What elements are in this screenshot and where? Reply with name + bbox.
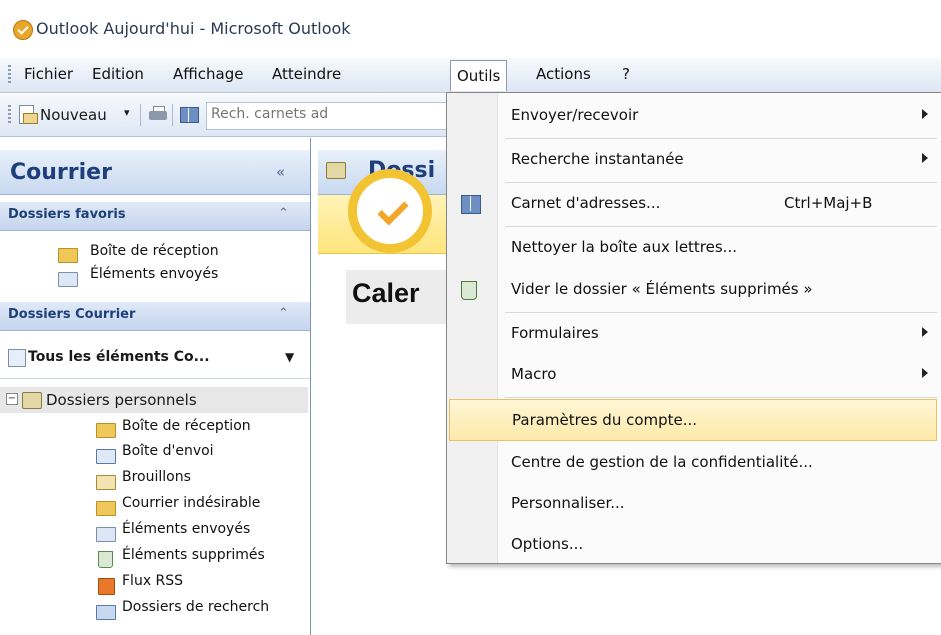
inbox-icon <box>58 248 78 263</box>
menu-fichier[interactable]: Fichier <box>24 65 73 83</box>
folder-rss[interactable]: Flux RSS <box>122 573 183 589</box>
favorite-inbox[interactable]: Boîte de réception <box>90 243 219 259</box>
junk-mail-icon <box>96 501 116 516</box>
menu-item-account-settings[interactable]: Paramètres du compte... <box>449 399 937 441</box>
address-book-search-box <box>206 102 448 130</box>
collapse-tree-icon[interactable]: − <box>6 393 18 405</box>
outlook-app-icon[interactable] <box>13 20 33 40</box>
menu-edition[interactable]: Edition <box>92 65 144 83</box>
window-title: Outlook Aujourd'hui - Microsoft Outlook <box>36 19 351 38</box>
collapse-section-icon[interactable]: ⌃ <box>278 306 289 321</box>
toolbar-separator <box>140 104 141 126</box>
sent-items-icon <box>96 527 116 542</box>
menu-item-label: Macro <box>511 365 557 383</box>
menu-item-mailbox-cleanup[interactable]: Nettoyer la boîte aux lettres... <box>447 227 941 269</box>
deleted-items-icon <box>98 551 113 568</box>
folder-deleted-items[interactable]: Éléments supprimés <box>122 547 265 563</box>
favorite-sent-items[interactable]: Éléments envoyés <box>90 266 218 282</box>
mail-folders-section-header[interactable]: Dossiers Courrier ⌃ <box>0 302 310 331</box>
personal-folders-icon <box>326 162 346 179</box>
nav-pane-title: Courrier <box>10 160 112 185</box>
recycle-bin-icon <box>461 281 477 300</box>
collapse-pane-button[interactable]: « <box>276 163 285 181</box>
menu-item-label: Vider le dossier « Éléments supprimés » <box>511 280 813 298</box>
collapse-section-icon[interactable]: ⌃ <box>278 206 289 221</box>
menu-actions[interactable]: Actions <box>536 65 591 83</box>
menu-item-shortcut: Ctrl+Maj+B <box>784 194 873 212</box>
menu-item-label: Nettoyer la boîte aux lettres... <box>511 238 737 256</box>
sent-items-icon <box>58 272 78 287</box>
menu-item-label: Carnet d'adresses... <box>511 194 661 212</box>
navigation-pane: Courrier « Dossiers favoris ⌃ Boîte de r… <box>0 138 311 635</box>
address-book-icon[interactable] <box>179 104 199 124</box>
rss-icon <box>98 578 115 595</box>
folder-sent-items[interactable]: Éléments envoyés <box>122 521 250 537</box>
menu-item-label: Options... <box>511 535 584 553</box>
menu-item-forms[interactable]: Formulaires <box>447 313 941 355</box>
address-book-search-input[interactable] <box>211 106 441 122</box>
menu-item-label: Formulaires <box>511 324 599 342</box>
menubar-grip[interactable] <box>8 65 11 85</box>
menu-bar: Fichier Edition Affichage Atteindre Outi… <box>0 58 941 93</box>
inbox-icon <box>96 423 116 438</box>
personal-folders-node[interactable]: − Dossiers personnels <box>0 387 308 413</box>
address-book-icon <box>461 195 481 214</box>
menu-item-trust-center[interactable]: Centre de gestion de la confidentialité.… <box>447 442 941 484</box>
menu-help[interactable]: ? <box>622 65 630 83</box>
personal-folders-icon <box>22 392 42 409</box>
chevron-down-icon[interactable]: ▼ <box>285 350 294 364</box>
search-folders-icon <box>96 605 116 620</box>
menu-item-label: Paramètres du compte... <box>512 411 698 429</box>
new-button[interactable]: Nouveau <box>40 106 107 124</box>
personal-folders-label: Dossiers personnels <box>46 391 197 409</box>
menu-item-macro[interactable]: Macro <box>447 354 941 396</box>
menu-item-label: Centre de gestion de la confidentialité.… <box>511 453 813 471</box>
folder-search-folders[interactable]: Dossiers de recherch <box>122 599 269 615</box>
menu-item-instant-search[interactable]: Recherche instantanée <box>447 139 941 181</box>
menu-affichage[interactable]: Affichage <box>173 65 243 83</box>
calendar-label: Caler <box>352 278 420 308</box>
folder-outbox[interactable]: Boîte d'envoi <box>122 443 214 459</box>
all-mail-items-label: Tous les éléments Co... <box>28 349 210 365</box>
menu-atteindre[interactable]: Atteindre <box>272 65 341 83</box>
drafts-icon <box>96 475 116 490</box>
menu-item-label: Personnaliser... <box>511 494 625 512</box>
menu-item-empty-deleted[interactable]: Vider le dossier « Éléments supprimés » <box>447 269 941 311</box>
all-mail-items-selector[interactable]: Tous les éléments Co... ▼ <box>0 338 310 379</box>
menu-item-label: Recherche instantanée <box>511 150 684 168</box>
outils-dropdown-menu: Envoyer/recevoir Recherche instantanée C… <box>446 92 941 564</box>
outlook-logo-icon <box>348 169 432 253</box>
menu-item-address-book[interactable]: Carnet d'adresses... Ctrl+Maj+B <box>447 183 941 225</box>
submenu-arrow-icon <box>922 368 928 378</box>
folder-inbox[interactable]: Boîte de réception <box>122 418 251 434</box>
print-icon[interactable] <box>148 104 168 124</box>
favorites-section-label: Dossiers favoris <box>8 207 126 222</box>
menu-item-options[interactable]: Options... <box>447 524 941 566</box>
menu-item-customize[interactable]: Personnaliser... <box>447 483 941 525</box>
mail-folders-section-label: Dossiers Courrier <box>8 307 136 322</box>
submenu-arrow-icon <box>922 109 928 119</box>
menu-separator <box>505 397 937 398</box>
menu-outils[interactable]: Outils <box>450 60 508 91</box>
folder-drafts[interactable]: Brouillons <box>122 469 191 485</box>
toolbar-grip[interactable] <box>8 105 11 125</box>
nav-pane-header: Courrier « <box>0 150 310 195</box>
outbox-icon <box>96 449 116 464</box>
folder-junk[interactable]: Courrier indésirable <box>122 495 260 511</box>
menu-item-send-receive[interactable]: Envoyer/recevoir <box>447 95 941 137</box>
new-dropdown-arrow[interactable]: ▾ <box>124 106 130 119</box>
search-folder-icon <box>8 349 26 367</box>
title-bar: Outlook Aujourd'hui - Microsoft Outlook <box>0 0 941 46</box>
favorites-section-header[interactable]: Dossiers favoris ⌃ <box>0 202 310 231</box>
submenu-arrow-icon <box>922 327 928 337</box>
new-mail-icon[interactable] <box>17 104 38 124</box>
toolbar-separator <box>172 104 173 126</box>
menu-item-label: Envoyer/recevoir <box>511 106 639 124</box>
submenu-arrow-icon <box>922 153 928 163</box>
